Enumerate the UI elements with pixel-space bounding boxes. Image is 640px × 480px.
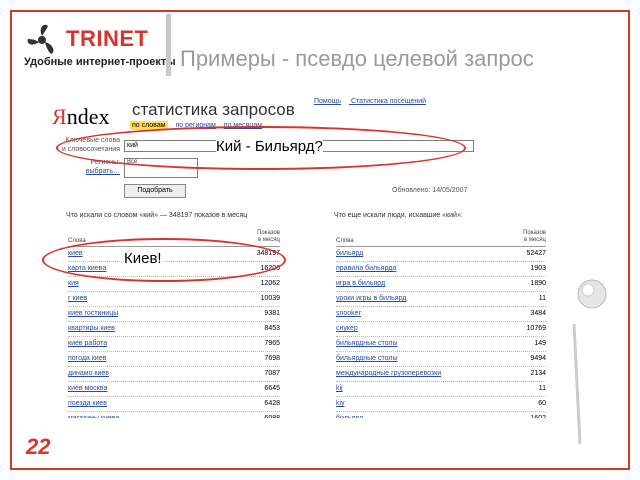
table-row: магазины киева 6088 — [68, 412, 280, 418]
table-row: динамо киев 7087 — [68, 367, 280, 382]
table-header: Слова Показов в месяц — [336, 226, 546, 247]
shows-count: 2134 — [530, 370, 546, 377]
shows-count: 60 — [538, 400, 546, 407]
table-row: kij 11 — [336, 382, 546, 397]
keyword-link[interactable]: погода киев — [68, 355, 106, 362]
keyword-link[interactable]: киев москва — [68, 385, 107, 392]
shows-count: 1903 — [530, 265, 546, 272]
help-link[interactable]: Помощь — [314, 98, 341, 105]
keyword-link[interactable]: поезда киев — [68, 400, 107, 407]
yandex-logo: Яndex — [52, 104, 110, 129]
table-row: киев гостиницы 9381 — [68, 307, 280, 322]
keyword-link[interactable]: игра в бильярд — [336, 280, 385, 287]
shows-count: 7087 — [264, 370, 280, 377]
logo-tagline: Удобные интернет-проекты — [24, 56, 176, 68]
keyword-link[interactable]: киев работа — [68, 340, 107, 347]
callout-billiards: Кий - Бильярд? — [216, 138, 323, 155]
table-row: правила бильярда 1903 — [336, 262, 546, 277]
keyword-link[interactable]: снукер — [336, 325, 358, 332]
highlight-ellipse-kiev — [42, 238, 286, 282]
right-table: Слова Показов в месяц бильярд 52427 правила… — [336, 226, 546, 418]
shows-count: 7965 — [264, 340, 280, 347]
table-row: киев работа 7965 — [68, 337, 280, 352]
table-row: международные грузоперевозки 2134 — [336, 367, 546, 382]
shows-count: 10039 — [260, 295, 280, 302]
shows-count: 9494 — [530, 355, 546, 362]
table-row: бильярдные столы 149 — [336, 337, 546, 352]
table-row: погода киев 7698 — [68, 352, 280, 367]
keyword-link[interactable]: kij — [336, 385, 343, 392]
shows-count: 9381 — [264, 310, 280, 317]
keyword-link[interactable]: международные грузоперевозки — [336, 370, 441, 377]
stats-title: статистика запросов — [132, 100, 295, 119]
table-row: бильярдные столы 9494 — [336, 352, 546, 367]
submit-button[interactable]: Подобрать — [124, 184, 186, 198]
slide-title: Примеры - псевдо целевой запрос — [180, 46, 534, 71]
shows-count: 11 — [538, 295, 546, 302]
shows-count: 1602 — [530, 415, 546, 418]
left-table-caption: Что искали со словом «кий» — 348197 пока… — [66, 212, 248, 219]
keyword-link[interactable]: динамо киев — [68, 370, 109, 377]
table-row: игра в бильярд 1890 — [336, 277, 546, 292]
trinet-logo: TRINET Удобные интернет-проекты — [22, 18, 176, 74]
table-row: бильярд 52427 — [336, 247, 546, 262]
table-row: snooker 3484 — [336, 307, 546, 322]
keyword-link[interactable]: snooker — [336, 310, 361, 317]
shows-count: 6428 — [264, 400, 280, 407]
keyword-link[interactable]: кия — [68, 280, 79, 287]
keyword-link[interactable]: правила бильярда — [336, 265, 396, 272]
slide-number: 22 — [26, 434, 51, 459]
shows-count: 52427 — [526, 250, 546, 257]
shows-count: 7698 — [264, 355, 280, 362]
shows-count: 11 — [538, 385, 546, 392]
table-row: квартиры киев 8453 — [68, 322, 280, 337]
shows-count: 8453 — [264, 325, 280, 332]
keyword-link[interactable]: уроки игры в бильярд — [336, 295, 406, 302]
visits-stats-link[interactable]: Статистика посещений — [351, 98, 426, 105]
shows-count: 6645 — [264, 385, 280, 392]
decorative-cue-icon — [572, 279, 607, 445]
table-row: г киев 10039 — [68, 292, 280, 307]
table-row: поезда киев 6428 — [68, 397, 280, 412]
shows-count: 3484 — [530, 310, 546, 317]
keyword-link[interactable]: бильярдные столы — [336, 355, 397, 362]
shows-count: 6088 — [264, 415, 280, 418]
regions-select-link[interactable]: выбрать… — [60, 167, 120, 176]
keyword-link[interactable]: бильярд — [336, 250, 363, 257]
keyword-link[interactable]: kiy — [336, 400, 345, 407]
keyword-link[interactable]: бильярд — [336, 415, 363, 418]
updated-date: Обновлено: 14/05/2007 — [392, 187, 468, 194]
logo-text: TRINET — [66, 26, 149, 51]
shows-count: 12062 — [260, 280, 280, 287]
callout-kiev: Киев! — [124, 250, 162, 267]
propeller-icon — [27, 24, 54, 54]
keyword-link[interactable]: киев гостиницы — [68, 310, 118, 317]
top-links: Помощь Статистика посещений — [314, 98, 434, 105]
right-table-caption: Что еще искали люди, искавшие «кий»: — [334, 212, 463, 219]
table-row: бильярд 1602 — [336, 412, 546, 418]
title-divider — [166, 14, 171, 76]
table-row: уроки игры в бильярд 11 — [336, 292, 546, 307]
shows-count: 149 — [534, 340, 546, 347]
shows-count: 10769 — [526, 325, 546, 332]
shows-count: 1890 — [530, 280, 546, 287]
table-row: kiy 60 — [336, 397, 546, 412]
keyword-link[interactable]: г киев — [68, 295, 87, 302]
keyword-link[interactable]: квартиры киев — [68, 325, 115, 332]
keyword-link[interactable]: бильярдные столы — [336, 340, 397, 347]
keyword-link[interactable]: магазины киева — [68, 415, 119, 418]
table-row: киев москва 6645 — [68, 382, 280, 397]
table-row: снукер 10769 — [336, 322, 546, 337]
